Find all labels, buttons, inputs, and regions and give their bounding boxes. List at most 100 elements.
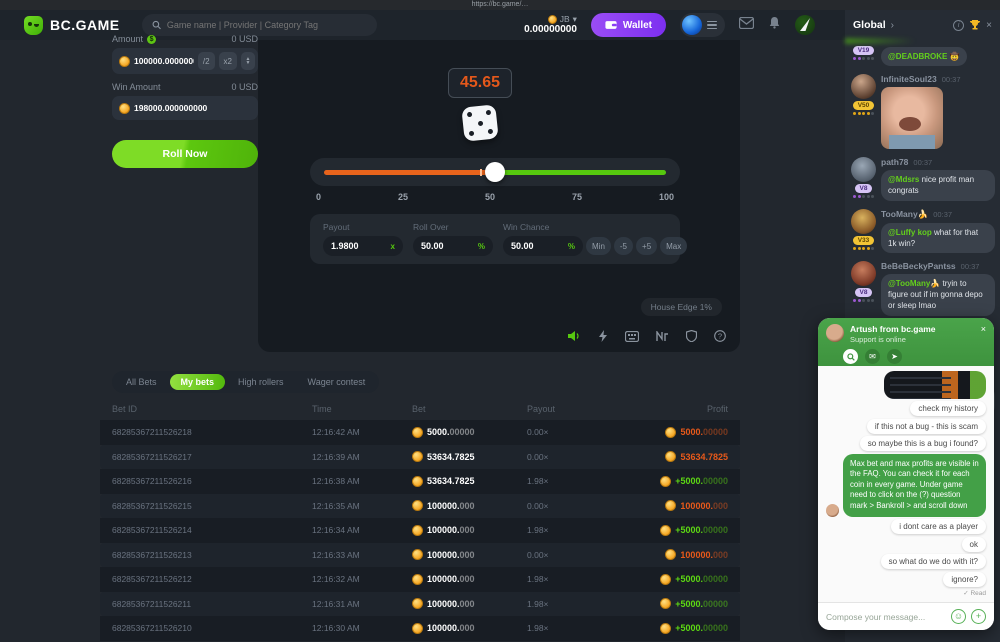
- username[interactable]: path78: [881, 157, 908, 167]
- bet-row[interactable]: 68285367211526215 12:16:35 AM 100000.000…: [100, 494, 740, 519]
- currency-toggle-icon[interactable]: $: [147, 35, 156, 44]
- support-close-icon[interactable]: ×: [981, 324, 986, 334]
- double-bet-button[interactable]: x2: [219, 52, 237, 70]
- game-settings-panel: Payout x Roll Over % Win Chance % Min -5: [310, 214, 680, 264]
- hotkeys-icon[interactable]: [625, 331, 639, 342]
- avatar[interactable]: [851, 261, 876, 286]
- slider-scale: 0 25 50 75 100: [316, 192, 674, 202]
- attachment-screenshot[interactable]: [884, 371, 986, 399]
- tab-wager-contest[interactable]: Wager contest: [297, 374, 377, 390]
- chat-channel[interactable]: Global: [853, 19, 886, 31]
- trophy-icon[interactable]: [969, 19, 981, 31]
- roll-now-button[interactable]: Roll Now: [112, 140, 258, 168]
- bet-row[interactable]: 68285367211526217 12:16:39 AM 53634.7825…: [100, 445, 740, 470]
- roll-over-input[interactable]: [421, 241, 465, 251]
- avatar[interactable]: [851, 157, 876, 182]
- bet-amount-input[interactable]: [134, 56, 194, 66]
- coin-icon: [665, 427, 676, 438]
- col-bet-id: Bet ID: [112, 404, 312, 414]
- chevron-right-icon[interactable]: ›: [891, 20, 894, 31]
- support-compose-input[interactable]: [826, 612, 946, 622]
- profile-menu[interactable]: [680, 13, 725, 37]
- currency-ticker: JB: [560, 15, 570, 24]
- slider-track[interactable]: [324, 170, 666, 175]
- tab-high-rollers[interactable]: High rollers: [227, 374, 295, 390]
- bet-row[interactable]: 68285367211526210 12:16:30 AM 100000.000…: [100, 616, 740, 641]
- support-email-icon[interactable]: ✉: [865, 349, 880, 364]
- svg-text:?: ?: [718, 332, 722, 341]
- bet-row[interactable]: 68285367211526214 12:16:34 AM 100000.000…: [100, 518, 740, 543]
- chevron-down-icon[interactable]: ▾: [573, 15, 577, 24]
- username[interactable]: InfiniteSoul23: [881, 74, 937, 84]
- search-input[interactable]: [167, 20, 367, 30]
- level-badge: V50: [853, 101, 875, 110]
- coin-icon: [412, 598, 423, 609]
- chat-close-icon[interactable]: ×: [986, 20, 992, 31]
- bcgame-logo[interactable]: BC.GAME: [24, 16, 120, 35]
- max-button[interactable]: Max: [660, 237, 687, 255]
- fairness-shield-icon[interactable]: [686, 330, 697, 342]
- plus5-button[interactable]: +5: [636, 237, 657, 255]
- notifications-bell-icon[interactable]: [768, 16, 781, 34]
- win-amount-input[interactable]: [134, 103, 255, 113]
- bonus-icon[interactable]: [795, 15, 815, 35]
- user-message: ok: [962, 537, 986, 552]
- coin-icon: [665, 500, 676, 511]
- avatar[interactable]: [682, 15, 702, 35]
- coin-icon: [660, 598, 671, 609]
- minus5-button[interactable]: -5: [614, 237, 633, 255]
- coin-icon: [412, 574, 423, 585]
- balance-amount: 0.00000000: [524, 24, 577, 35]
- bet-row[interactable]: 68285367211526213 12:16:33 AM 100000.000…: [100, 543, 740, 568]
- agent-message-row: Max bet and max profits are visible in t…: [826, 454, 986, 517]
- step-down-icon[interactable]: ▼: [241, 61, 255, 66]
- roll-over-label: Roll Over: [413, 222, 493, 232]
- bet-row[interactable]: 68285367211526218 12:16:42 AM 5000.00000…: [100, 420, 740, 445]
- messages-icon[interactable]: [739, 16, 754, 34]
- coin-icon: [412, 427, 423, 438]
- amount-stepper[interactable]: ▲ ▼: [241, 52, 255, 70]
- support-search-icon[interactable]: [843, 349, 858, 364]
- dice-game-canvas: 45.65 0 25 50 75 100 Payout x Roll Over …: [258, 40, 740, 352]
- username[interactable]: BeBeBeckyPantss: [881, 261, 956, 271]
- username[interactable]: TooMany🍌: [881, 209, 928, 220]
- roll-over-unit: %: [478, 242, 485, 251]
- win-amount-label: Win Amount: [112, 82, 161, 92]
- payout-label: Payout: [323, 222, 403, 232]
- tab-all-bets[interactable]: All Bets: [115, 374, 168, 390]
- bet-row[interactable]: 68285367211526211 12:16:31 AM 100000.000…: [100, 592, 740, 617]
- col-payout: Payout: [527, 404, 632, 414]
- turbo-bolt-icon[interactable]: [598, 330, 608, 342]
- browser-url: https://bc.game/…: [472, 1, 529, 8]
- game-search[interactable]: [142, 14, 377, 36]
- bet-row[interactable]: 68285367211526216 12:16:38 AM 53634.7825…: [100, 469, 740, 494]
- bet-panel: Amount $ 0 USD /2 x2 ▲ ▼ Win Amount 0 US…: [112, 34, 258, 168]
- attach-plus-icon[interactable]: +: [971, 609, 986, 624]
- wallet-icon: [605, 20, 617, 30]
- wallet-button[interactable]: Wallet: [591, 13, 666, 37]
- chat-info-icon[interactable]: i: [953, 20, 964, 31]
- roll-slider: [310, 158, 680, 186]
- slider-handle[interactable]: [485, 162, 505, 182]
- payout-input[interactable]: [331, 241, 375, 251]
- emoji-icon[interactable]: ☺: [951, 609, 966, 624]
- tab-my-bets[interactable]: My bets: [170, 374, 226, 390]
- bet-row[interactable]: 68285367211526212 12:16:32 AM 100000.000…: [100, 567, 740, 592]
- bets-table: Bet ID Time Bet Payout Profit 6828536721…: [100, 398, 740, 642]
- avatar[interactable]: [851, 74, 876, 99]
- live-stats-icon[interactable]: [656, 331, 669, 342]
- support-telegram-icon[interactable]: ➤: [887, 349, 902, 364]
- half-bet-button[interactable]: /2: [198, 52, 215, 70]
- win-chance-input[interactable]: [511, 241, 555, 251]
- help-icon[interactable]: ?: [714, 330, 726, 342]
- avatar[interactable]: [851, 209, 876, 234]
- chat-gif-crying-baby[interactable]: [881, 87, 943, 149]
- payout-unit: x: [391, 242, 395, 251]
- coin-icon: [660, 476, 671, 487]
- user-message: so maybe this is a bug i found?: [860, 436, 986, 451]
- min-button[interactable]: Min: [586, 237, 611, 255]
- sound-icon[interactable]: [568, 330, 581, 342]
- chat-message: V50 InfiniteSoul2300:37: [850, 74, 995, 149]
- win-amount-field: [112, 96, 258, 120]
- balance-display[interactable]: JB ▾ 0.00000000: [524, 15, 577, 35]
